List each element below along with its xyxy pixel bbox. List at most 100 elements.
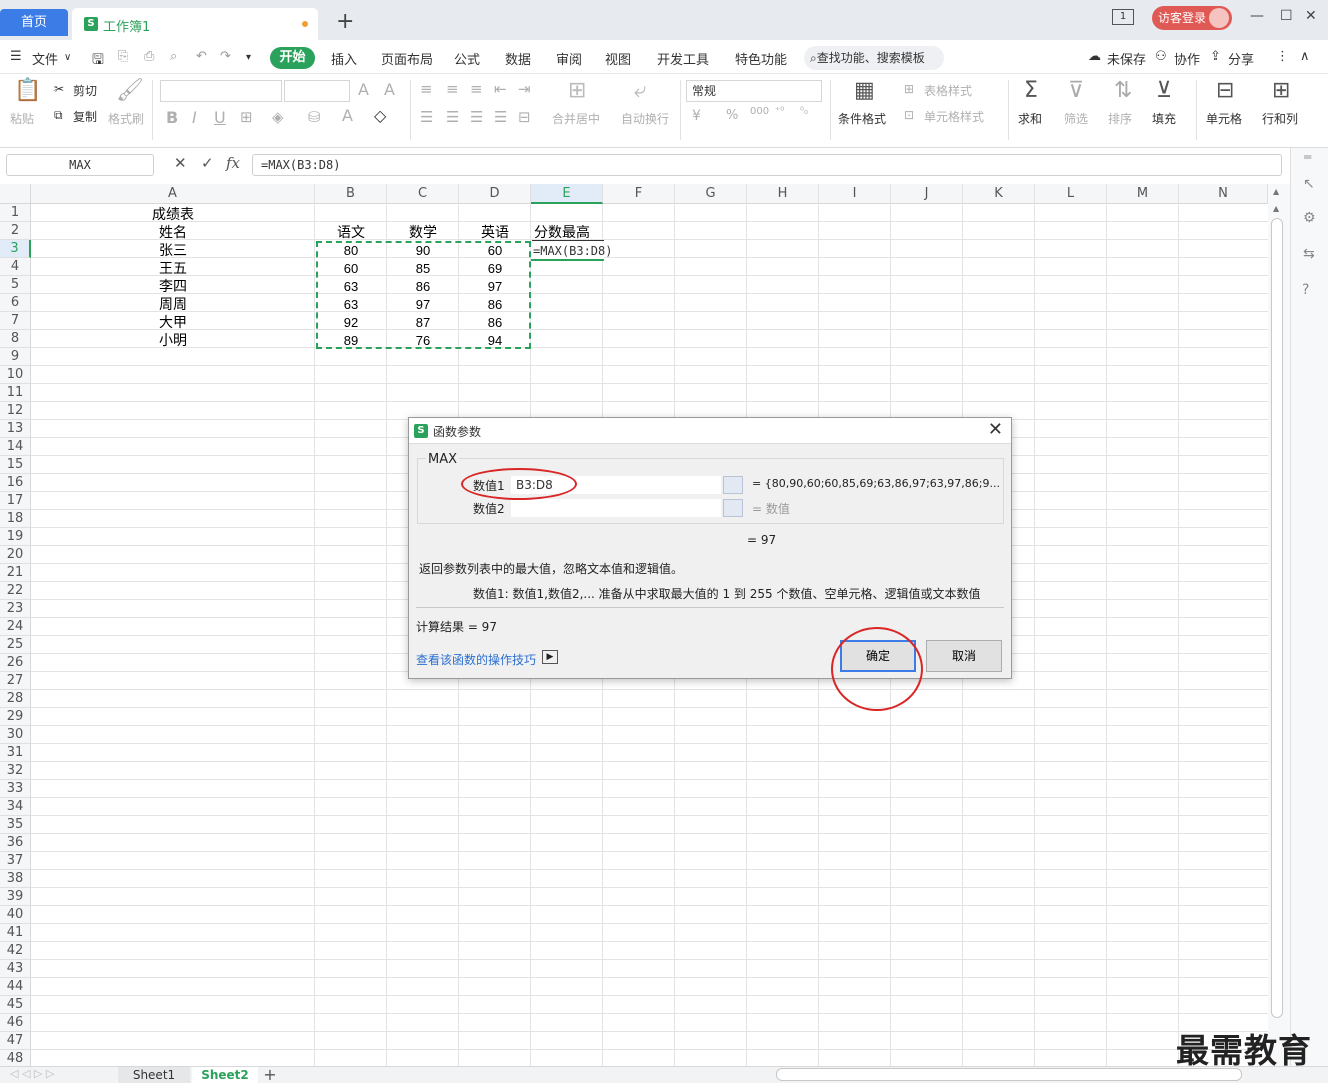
cell-A7[interactable]: 大甲 <box>31 314 315 332</box>
number-format-combo[interactable]: 常规 <box>686 80 822 102</box>
tab-page-layout[interactable]: 页面布局 <box>381 49 433 68</box>
sum-button[interactable]: 求和 <box>1018 110 1042 127</box>
cancel-formula-icon[interactable]: ✕ <box>174 154 187 172</box>
column-header-D[interactable]: D <box>459 184 531 204</box>
row-header-13[interactable]: 13 <box>0 420 31 438</box>
align-left-icon[interactable]: ☰ <box>420 108 433 126</box>
sheet-nav-icons[interactable]: ◁ ◁ ▷ ▷ <box>10 1067 54 1080</box>
column-header-K[interactable]: K <box>963 184 1035 204</box>
new-tab-button[interactable]: + <box>336 9 354 35</box>
window-layout-icon[interactable]: 1 <box>1112 9 1134 25</box>
row-header-24[interactable]: 24 <box>0 618 31 636</box>
tab-view[interactable]: 视图 <box>605 49 631 68</box>
login-button[interactable]: 访客登录 <box>1152 6 1232 30</box>
row-header-10[interactable]: 10 <box>0 366 31 384</box>
paste-button[interactable]: 粘贴 <box>10 110 34 127</box>
name-box[interactable]: MAX <box>6 154 154 176</box>
cell-C2[interactable]: 数学 <box>387 224 459 242</box>
column-header-E[interactable]: E <box>531 184 603 204</box>
close-button[interactable]: ✕ <box>1305 8 1317 24</box>
font-color-icon[interactable]: A <box>342 106 353 125</box>
row-header-2[interactable]: 2 <box>0 222 31 240</box>
preview-icon[interactable]: ⌕ <box>170 49 177 64</box>
column-header-A[interactable]: A <box>31 184 315 204</box>
row-header-47[interactable]: 47 <box>0 1032 31 1050</box>
column-header-I[interactable]: I <box>819 184 891 204</box>
menu-file[interactable]: 文件 <box>32 49 58 68</box>
increase-decimal-icon[interactable]: ⁺⁰ <box>775 106 784 117</box>
percent-button[interactable]: % <box>726 108 738 123</box>
cell-style-button[interactable]: 单元格样式 <box>924 108 984 125</box>
home-tab[interactable]: 首页 <box>0 9 68 36</box>
cell-A8[interactable]: 小明 <box>31 332 315 350</box>
font-size-combo[interactable] <box>284 80 350 102</box>
sheet-tab-sheet1[interactable]: Sheet1 <box>118 1067 190 1083</box>
save-icon[interactable]: 🖫 <box>92 49 104 73</box>
row-header-21[interactable]: 21 <box>0 564 31 582</box>
add-sheet-button[interactable]: + <box>260 1067 280 1083</box>
collapse-ribbon-icon[interactable]: ∧ <box>1300 49 1310 64</box>
formula-input[interactable]: =MAX(B3:D8) <box>252 154 1282 176</box>
row-header-27[interactable]: 27 <box>0 672 31 690</box>
row-header-45[interactable]: 45 <box>0 996 31 1014</box>
cell-A2[interactable]: 姓名 <box>31 224 315 242</box>
row-header-7[interactable]: 7 <box>0 312 31 330</box>
border-icon[interactable]: ⊞ <box>240 108 253 126</box>
distribute-icon[interactable]: ⊟ <box>518 108 531 126</box>
row-header-28[interactable]: 28 <box>0 690 31 708</box>
filter-button[interactable]: 筛选 <box>1064 110 1088 127</box>
row-header-20[interactable]: 20 <box>0 546 31 564</box>
undo-icon[interactable]: ↶ <box>196 49 207 64</box>
align-middle-icon[interactable]: ≡ <box>446 80 459 98</box>
row-header-3[interactable]: 3 <box>0 240 31 258</box>
row-header-41[interactable]: 41 <box>0 924 31 942</box>
row-header-46[interactable]: 46 <box>0 1014 31 1032</box>
cell-button[interactable]: 单元格 <box>1206 110 1242 127</box>
row-header-42[interactable]: 42 <box>0 942 31 960</box>
row-header-43[interactable]: 43 <box>0 960 31 978</box>
row-header-17[interactable]: 17 <box>0 492 31 510</box>
row-header-23[interactable]: 23 <box>0 600 31 618</box>
wrap-text-button[interactable]: 自动换行 <box>621 110 669 127</box>
confirm-formula-icon[interactable]: ✓ <box>201 154 214 172</box>
unsaved-status[interactable]: 未保存 <box>1107 49 1146 68</box>
row-header-19[interactable]: 19 <box>0 528 31 546</box>
export-icon[interactable]: ⎘ <box>118 49 128 64</box>
font-grow-icon[interactable]: A <box>358 80 369 99</box>
column-header-N[interactable]: N <box>1179 184 1268 204</box>
row-header-1[interactable]: 1 <box>0 204 31 222</box>
tab-review[interactable]: 审阅 <box>556 49 582 68</box>
minimize-button[interactable]: — <box>1250 8 1264 24</box>
column-header-G[interactable]: G <box>675 184 747 204</box>
paste-icon[interactable]: 📋 <box>14 78 41 103</box>
row-header-31[interactable]: 31 <box>0 744 31 762</box>
conditional-format-button[interactable]: 条件格式 <box>838 110 886 127</box>
row-header-36[interactable]: 36 <box>0 834 31 852</box>
document-tab[interactable]: S 工作簿1 <box>72 8 318 40</box>
row-header-22[interactable]: 22 <box>0 582 31 600</box>
merge-center-button[interactable]: 合并居中 <box>552 110 600 127</box>
maximize-button[interactable]: ☐ <box>1280 8 1293 24</box>
align-right-icon[interactable]: ☰ <box>470 108 483 126</box>
row-header-6[interactable]: 6 <box>0 294 31 312</box>
help-link[interactable]: 查看该函数的操作技巧 <box>416 651 536 668</box>
horizontal-scroll-thumb[interactable] <box>776 1068 1242 1081</box>
collab-button[interactable]: 协作 <box>1174 49 1200 68</box>
help-icon[interactable]: ? <box>1302 282 1309 298</box>
italic-icon[interactable]: I <box>192 108 197 127</box>
tab-home[interactable]: 开始 <box>270 47 315 69</box>
row-header-12[interactable]: 12 <box>0 402 31 420</box>
cell-B2[interactable]: 语文 <box>315 224 387 242</box>
row-header-5[interactable]: 5 <box>0 276 31 294</box>
row-header-38[interactable]: 38 <box>0 870 31 888</box>
quick-access-chevron-icon[interactable]: ▾ <box>246 52 251 63</box>
cancel-button[interactable]: 取消 <box>926 640 1002 672</box>
column-header-F[interactable]: F <box>603 184 675 204</box>
scroll-up-icon[interactable]: ▲ <box>1273 187 1279 196</box>
row-header-15[interactable]: 15 <box>0 456 31 474</box>
decrease-decimal-icon[interactable]: ⁰₀ <box>800 106 808 117</box>
row-header-11[interactable]: 11 <box>0 384 31 402</box>
row-header-26[interactable]: 26 <box>0 654 31 672</box>
row-header-29[interactable]: 29 <box>0 708 31 726</box>
share-button[interactable]: 分享 <box>1228 49 1254 68</box>
